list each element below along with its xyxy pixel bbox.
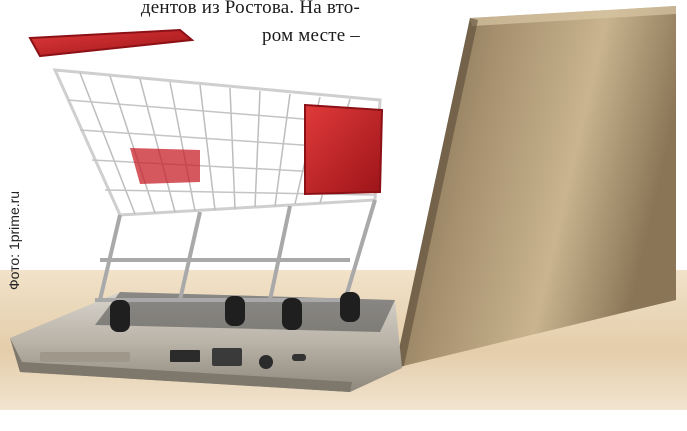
shopping-cart-icon	[28, 28, 384, 302]
product-photo	[0, 6, 687, 431]
photo-credit: Фото: 1prime.ru	[6, 190, 22, 290]
lock-slot-icon	[292, 354, 306, 361]
ethernet-port-icon	[212, 348, 242, 366]
audio-jack-icon	[259, 355, 273, 369]
usb-port-icon	[170, 350, 200, 362]
